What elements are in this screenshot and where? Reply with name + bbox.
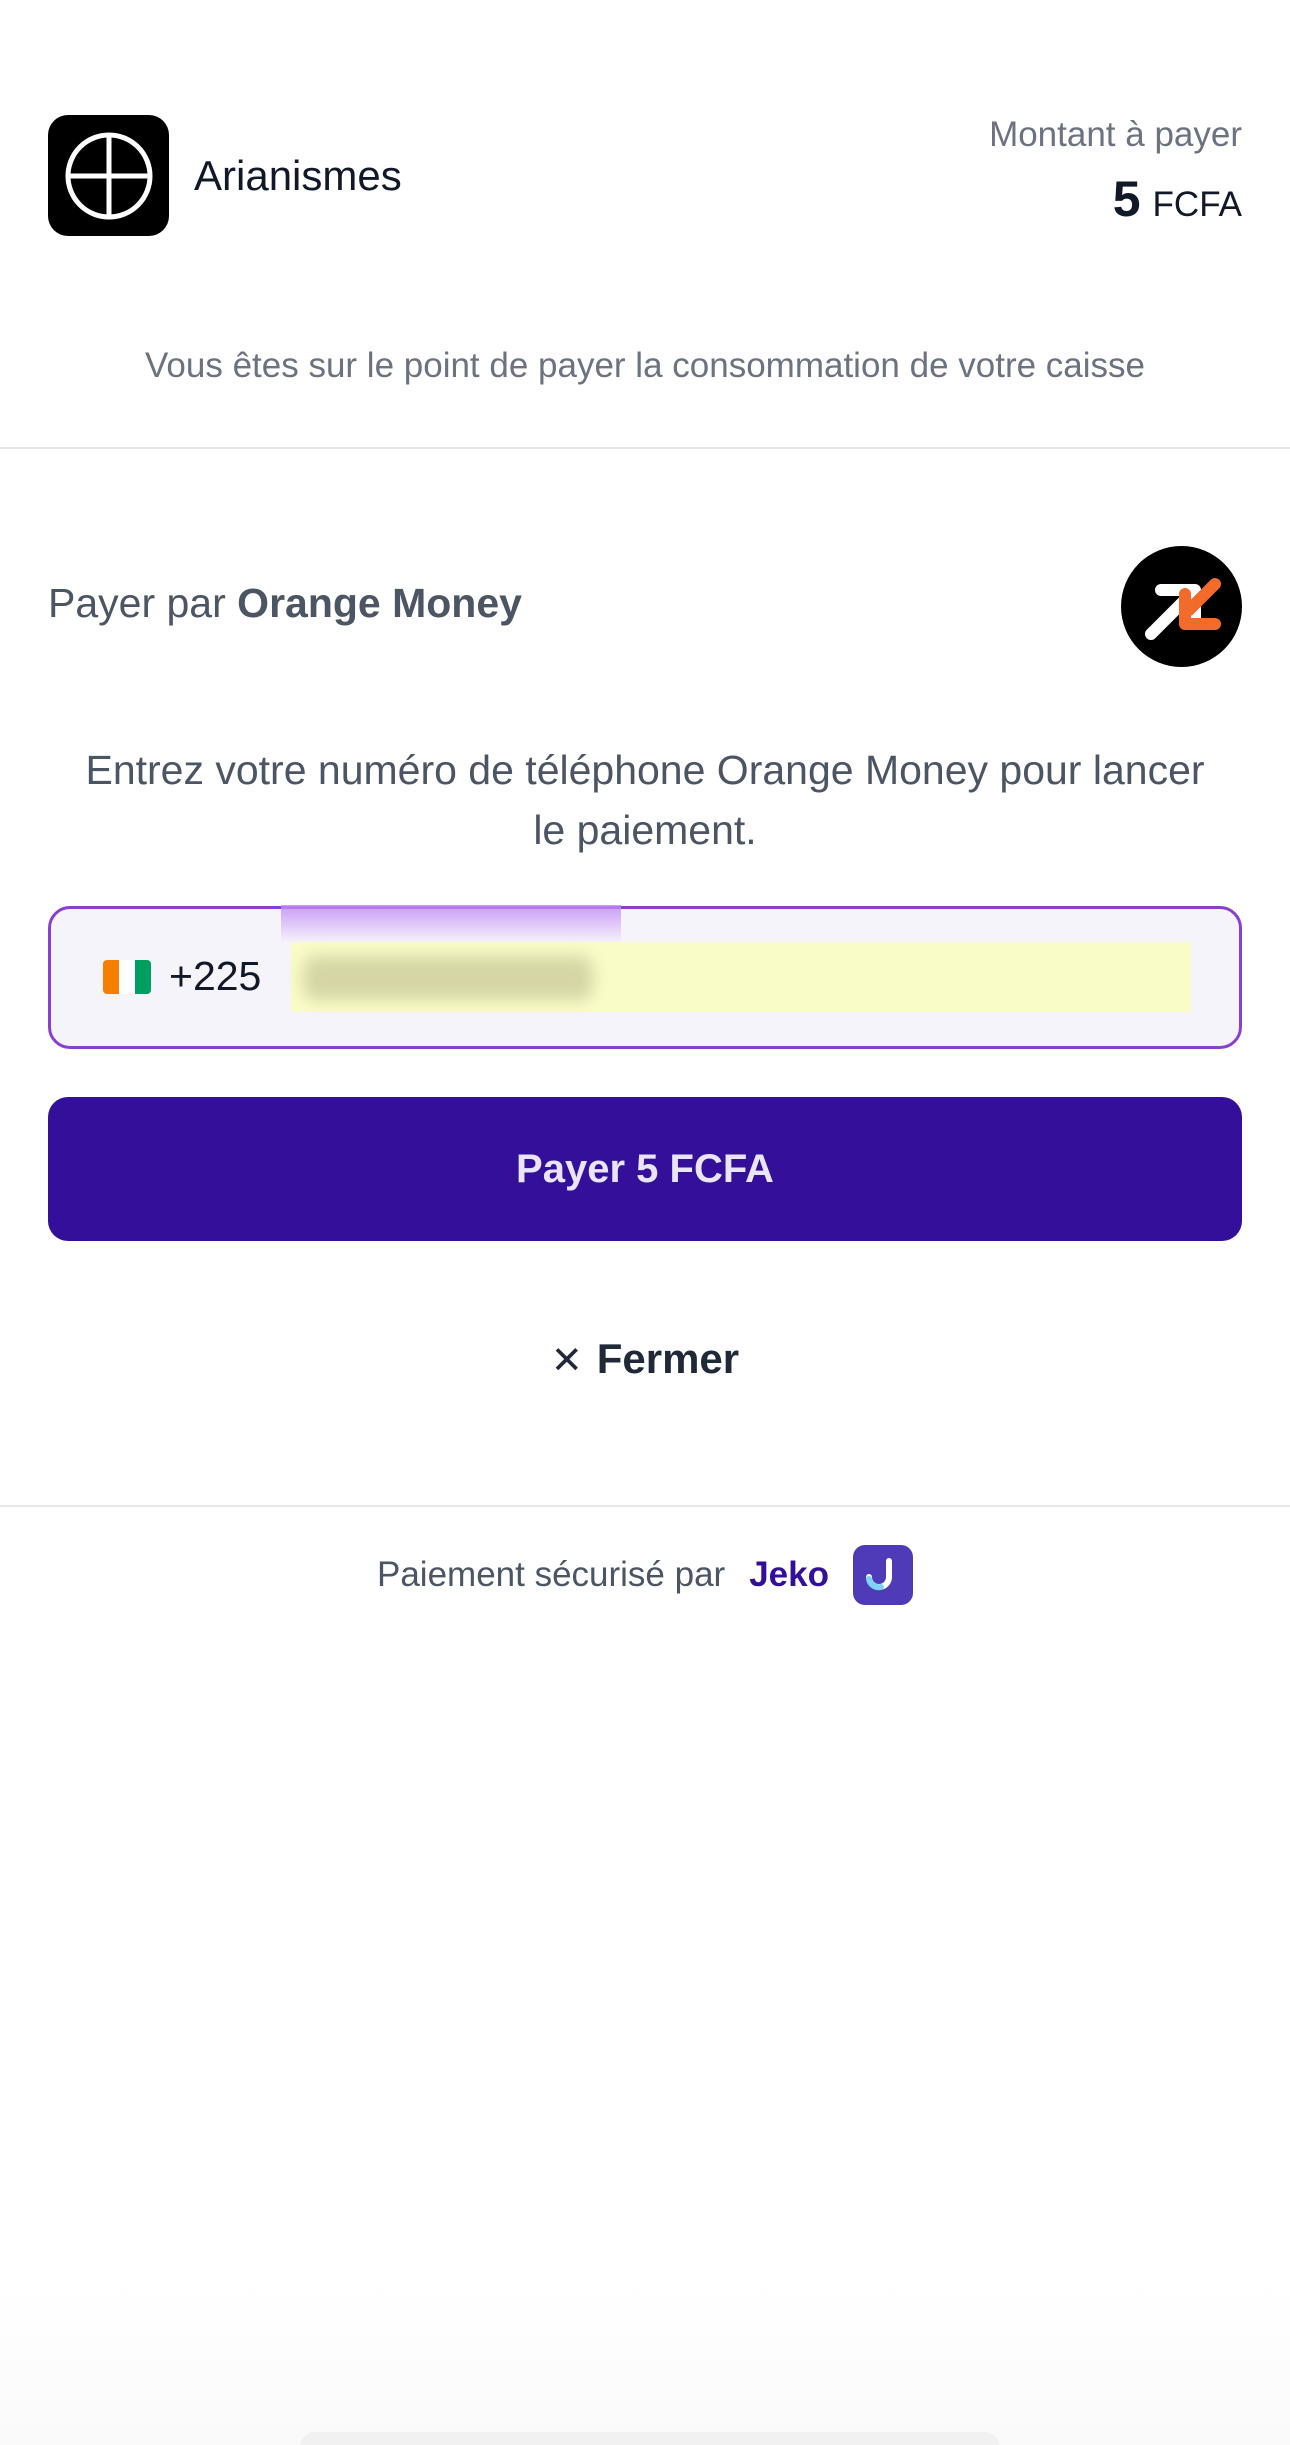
- amount-currency: FCFA: [1152, 185, 1242, 224]
- amount-value: 5: [1112, 171, 1141, 227]
- amount-summary: Montant à payer 5 FCFA: [989, 113, 1242, 240]
- phone-number-input[interactable]: [291, 942, 1191, 1012]
- payment-method-text: Payer par Orange Money: [48, 580, 522, 627]
- footer-brand: Jeko: [749, 1555, 829, 1594]
- divider: [0, 1505, 1290, 1507]
- footer-text: Paiement sécurisé par: [376, 1555, 726, 1594]
- focus-highlight: [281, 905, 621, 943]
- close-label: Fermer: [596, 1335, 740, 1382]
- merchant-info: Arianismes: [48, 115, 402, 236]
- payment-page: Arianismes Montant à payer 5 FCFA Vous êt…: [0, 0, 1290, 2445]
- amount-line: 5 FCFA: [989, 171, 1242, 240]
- merchant-name: Arianismes: [194, 151, 402, 199]
- payment-subtitle: Vous êtes sur le point de payer la conso…: [145, 346, 1145, 385]
- payment-method-row: Payer par Orange Money: [48, 546, 1242, 667]
- phone-prefix[interactable]: +225: [103, 953, 261, 1000]
- header: Arianismes Montant à payer 5 FCFA: [48, 113, 1242, 237]
- payment-instructions: Entrez votre numéro de téléphone Orange …: [85, 747, 1205, 853]
- phone-field[interactable]: +225: [48, 905, 1242, 1049]
- bottom-fade: [0, 2280, 1290, 2445]
- secure-footer: Paiement sécurisé par Jeko: [0, 1545, 1290, 1605]
- pay-button[interactable]: Payer 5 FCFA: [48, 1097, 1242, 1241]
- method-prefix: Payer par: [48, 580, 226, 626]
- amount-label: Montant à payer: [989, 115, 1242, 154]
- divider: [0, 447, 1290, 449]
- bottom-bar: [300, 2432, 1000, 2445]
- close-icon: ✕: [550, 1340, 583, 1382]
- method-name: Orange Money: [237, 580, 522, 626]
- orange-money-arrows-icon: [1121, 546, 1242, 667]
- cote-divoire-flag-icon: [103, 959, 151, 994]
- merchant-logo-icon: [48, 115, 169, 236]
- close-button[interactable]: ✕ Fermer: [0, 1335, 1290, 1383]
- jeko-logo-icon: [853, 1545, 913, 1605]
- dial-code: +225: [169, 953, 262, 999]
